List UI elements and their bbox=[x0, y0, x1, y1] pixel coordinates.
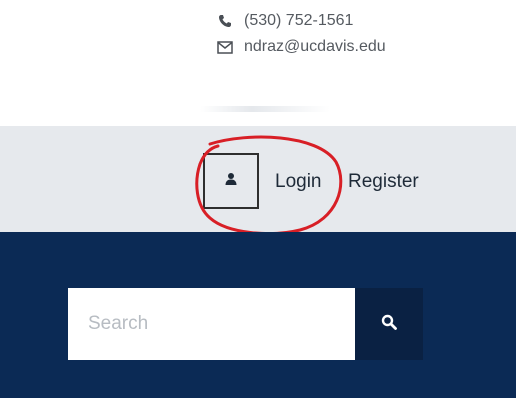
search-icon bbox=[381, 314, 397, 335]
search-input[interactable] bbox=[68, 288, 355, 360]
search-button[interactable] bbox=[355, 288, 423, 360]
user-icon bbox=[224, 172, 238, 191]
phone-number: (530) 752-1561 bbox=[244, 12, 354, 29]
register-link[interactable]: Register bbox=[348, 171, 419, 193]
email-row[interactable]: ndraz@ucdavis.edu bbox=[216, 34, 386, 60]
account-bar: Login Register bbox=[0, 126, 516, 232]
envelope-icon bbox=[216, 38, 234, 56]
search-section bbox=[0, 232, 516, 398]
user-button[interactable] bbox=[203, 153, 259, 209]
faint-divider bbox=[200, 106, 330, 112]
email-address: ndraz@ucdavis.edu bbox=[244, 38, 386, 55]
page: (530) 752-1561 ndraz@ucdavis.edu Login R… bbox=[0, 0, 516, 398]
contact-info: (530) 752-1561 ndraz@ucdavis.edu bbox=[216, 8, 386, 60]
phone-row[interactable]: (530) 752-1561 bbox=[216, 8, 386, 34]
phone-icon bbox=[216, 12, 234, 30]
login-link[interactable]: Login bbox=[275, 171, 322, 193]
